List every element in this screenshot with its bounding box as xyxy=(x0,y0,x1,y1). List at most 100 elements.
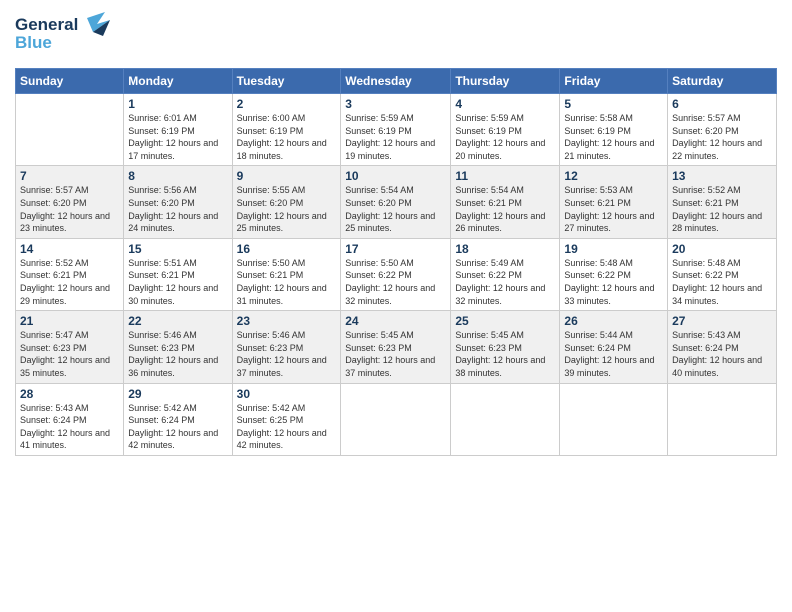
day-number: 23 xyxy=(237,314,337,328)
day-info: Sunrise: 5:46 AMSunset: 6:23 PMDaylight:… xyxy=(237,329,337,379)
calendar-cell: 20Sunrise: 5:48 AMSunset: 6:22 PMDayligh… xyxy=(668,238,777,310)
calendar-cell: 8Sunrise: 5:56 AMSunset: 6:20 PMDaylight… xyxy=(124,166,232,238)
day-info: Sunrise: 5:59 AMSunset: 6:19 PMDaylight:… xyxy=(345,112,446,162)
day-info: Sunrise: 5:43 AMSunset: 6:24 PMDaylight:… xyxy=(20,402,119,452)
header: General Blue xyxy=(15,10,777,60)
calendar-cell: 4Sunrise: 5:59 AMSunset: 6:19 PMDaylight… xyxy=(451,94,560,166)
calendar-cell: 15Sunrise: 5:51 AMSunset: 6:21 PMDayligh… xyxy=(124,238,232,310)
logo: General Blue xyxy=(15,10,125,60)
day-info: Sunrise: 5:48 AMSunset: 6:22 PMDaylight:… xyxy=(564,257,663,307)
calendar-cell: 7Sunrise: 5:57 AMSunset: 6:20 PMDaylight… xyxy=(16,166,124,238)
calendar-cell xyxy=(451,383,560,455)
day-number: 8 xyxy=(128,169,227,183)
day-info: Sunrise: 5:54 AMSunset: 6:20 PMDaylight:… xyxy=(345,184,446,234)
day-number: 26 xyxy=(564,314,663,328)
weekday-header: Monday xyxy=(124,69,232,94)
calendar-cell: 30Sunrise: 5:42 AMSunset: 6:25 PMDayligh… xyxy=(232,383,341,455)
day-number: 19 xyxy=(564,242,663,256)
day-info: Sunrise: 5:52 AMSunset: 6:21 PMDaylight:… xyxy=(20,257,119,307)
day-number: 15 xyxy=(128,242,227,256)
calendar-cell: 21Sunrise: 5:47 AMSunset: 6:23 PMDayligh… xyxy=(16,311,124,383)
calendar-cell: 23Sunrise: 5:46 AMSunset: 6:23 PMDayligh… xyxy=(232,311,341,383)
day-info: Sunrise: 5:55 AMSunset: 6:20 PMDaylight:… xyxy=(237,184,337,234)
page: General Blue SundayMondayTuesdayWednesda… xyxy=(0,0,792,612)
calendar-header-row: SundayMondayTuesdayWednesdayThursdayFrid… xyxy=(16,69,777,94)
day-info: Sunrise: 5:57 AMSunset: 6:20 PMDaylight:… xyxy=(672,112,772,162)
day-number: 30 xyxy=(237,387,337,401)
day-info: Sunrise: 5:52 AMSunset: 6:21 PMDaylight:… xyxy=(672,184,772,234)
calendar-table: SundayMondayTuesdayWednesdayThursdayFrid… xyxy=(15,68,777,456)
calendar-cell: 14Sunrise: 5:52 AMSunset: 6:21 PMDayligh… xyxy=(16,238,124,310)
day-number: 28 xyxy=(20,387,119,401)
day-info: Sunrise: 5:59 AMSunset: 6:19 PMDaylight:… xyxy=(455,112,555,162)
calendar-cell: 16Sunrise: 5:50 AMSunset: 6:21 PMDayligh… xyxy=(232,238,341,310)
day-info: Sunrise: 5:48 AMSunset: 6:22 PMDaylight:… xyxy=(672,257,772,307)
svg-text:General: General xyxy=(15,15,78,34)
day-info: Sunrise: 5:45 AMSunset: 6:23 PMDaylight:… xyxy=(345,329,446,379)
calendar-cell: 9Sunrise: 5:55 AMSunset: 6:20 PMDaylight… xyxy=(232,166,341,238)
day-number: 7 xyxy=(20,169,119,183)
day-info: Sunrise: 5:50 AMSunset: 6:22 PMDaylight:… xyxy=(345,257,446,307)
day-info: Sunrise: 6:00 AMSunset: 6:19 PMDaylight:… xyxy=(237,112,337,162)
calendar-cell: 12Sunrise: 5:53 AMSunset: 6:21 PMDayligh… xyxy=(560,166,668,238)
day-number: 2 xyxy=(237,97,337,111)
calendar-cell: 1Sunrise: 6:01 AMSunset: 6:19 PMDaylight… xyxy=(124,94,232,166)
day-number: 9 xyxy=(237,169,337,183)
day-number: 11 xyxy=(455,169,555,183)
day-number: 25 xyxy=(455,314,555,328)
day-info: Sunrise: 5:46 AMSunset: 6:23 PMDaylight:… xyxy=(128,329,227,379)
day-number: 10 xyxy=(345,169,446,183)
day-info: Sunrise: 5:56 AMSunset: 6:20 PMDaylight:… xyxy=(128,184,227,234)
calendar-cell: 26Sunrise: 5:44 AMSunset: 6:24 PMDayligh… xyxy=(560,311,668,383)
day-number: 24 xyxy=(345,314,446,328)
day-info: Sunrise: 5:42 AMSunset: 6:25 PMDaylight:… xyxy=(237,402,337,452)
weekday-header: Sunday xyxy=(16,69,124,94)
day-number: 4 xyxy=(455,97,555,111)
logo-svg: General Blue xyxy=(15,10,125,55)
calendar-cell: 22Sunrise: 5:46 AMSunset: 6:23 PMDayligh… xyxy=(124,311,232,383)
calendar-cell: 13Sunrise: 5:52 AMSunset: 6:21 PMDayligh… xyxy=(668,166,777,238)
day-info: Sunrise: 5:44 AMSunset: 6:24 PMDaylight:… xyxy=(564,329,663,379)
weekday-header: Tuesday xyxy=(232,69,341,94)
weekday-header: Saturday xyxy=(668,69,777,94)
calendar-week-row: 21Sunrise: 5:47 AMSunset: 6:23 PMDayligh… xyxy=(16,311,777,383)
calendar-week-row: 7Sunrise: 5:57 AMSunset: 6:20 PMDaylight… xyxy=(16,166,777,238)
calendar-cell: 2Sunrise: 6:00 AMSunset: 6:19 PMDaylight… xyxy=(232,94,341,166)
day-info: Sunrise: 5:54 AMSunset: 6:21 PMDaylight:… xyxy=(455,184,555,234)
calendar-cell: 24Sunrise: 5:45 AMSunset: 6:23 PMDayligh… xyxy=(341,311,451,383)
weekday-header: Thursday xyxy=(451,69,560,94)
day-number: 16 xyxy=(237,242,337,256)
calendar-cell: 28Sunrise: 5:43 AMSunset: 6:24 PMDayligh… xyxy=(16,383,124,455)
day-number: 17 xyxy=(345,242,446,256)
calendar-cell: 17Sunrise: 5:50 AMSunset: 6:22 PMDayligh… xyxy=(341,238,451,310)
day-info: Sunrise: 5:45 AMSunset: 6:23 PMDaylight:… xyxy=(455,329,555,379)
day-info: Sunrise: 5:49 AMSunset: 6:22 PMDaylight:… xyxy=(455,257,555,307)
day-info: Sunrise: 5:50 AMSunset: 6:21 PMDaylight:… xyxy=(237,257,337,307)
day-number: 6 xyxy=(672,97,772,111)
calendar-week-row: 14Sunrise: 5:52 AMSunset: 6:21 PMDayligh… xyxy=(16,238,777,310)
calendar-cell: 11Sunrise: 5:54 AMSunset: 6:21 PMDayligh… xyxy=(451,166,560,238)
weekday-header: Friday xyxy=(560,69,668,94)
calendar-cell: 18Sunrise: 5:49 AMSunset: 6:22 PMDayligh… xyxy=(451,238,560,310)
day-info: Sunrise: 5:58 AMSunset: 6:19 PMDaylight:… xyxy=(564,112,663,162)
calendar-cell xyxy=(560,383,668,455)
calendar-cell: 19Sunrise: 5:48 AMSunset: 6:22 PMDayligh… xyxy=(560,238,668,310)
calendar-cell xyxy=(16,94,124,166)
calendar-week-row: 1Sunrise: 6:01 AMSunset: 6:19 PMDaylight… xyxy=(16,94,777,166)
day-number: 13 xyxy=(672,169,772,183)
day-number: 14 xyxy=(20,242,119,256)
calendar-cell: 3Sunrise: 5:59 AMSunset: 6:19 PMDaylight… xyxy=(341,94,451,166)
day-number: 20 xyxy=(672,242,772,256)
day-info: Sunrise: 5:57 AMSunset: 6:20 PMDaylight:… xyxy=(20,184,119,234)
day-info: Sunrise: 5:43 AMSunset: 6:24 PMDaylight:… xyxy=(672,329,772,379)
day-number: 27 xyxy=(672,314,772,328)
day-number: 21 xyxy=(20,314,119,328)
day-number: 3 xyxy=(345,97,446,111)
day-info: Sunrise: 5:53 AMSunset: 6:21 PMDaylight:… xyxy=(564,184,663,234)
day-info: Sunrise: 6:01 AMSunset: 6:19 PMDaylight:… xyxy=(128,112,227,162)
calendar-cell: 6Sunrise: 5:57 AMSunset: 6:20 PMDaylight… xyxy=(668,94,777,166)
calendar-cell: 5Sunrise: 5:58 AMSunset: 6:19 PMDaylight… xyxy=(560,94,668,166)
day-number: 5 xyxy=(564,97,663,111)
day-number: 1 xyxy=(128,97,227,111)
calendar-cell xyxy=(668,383,777,455)
